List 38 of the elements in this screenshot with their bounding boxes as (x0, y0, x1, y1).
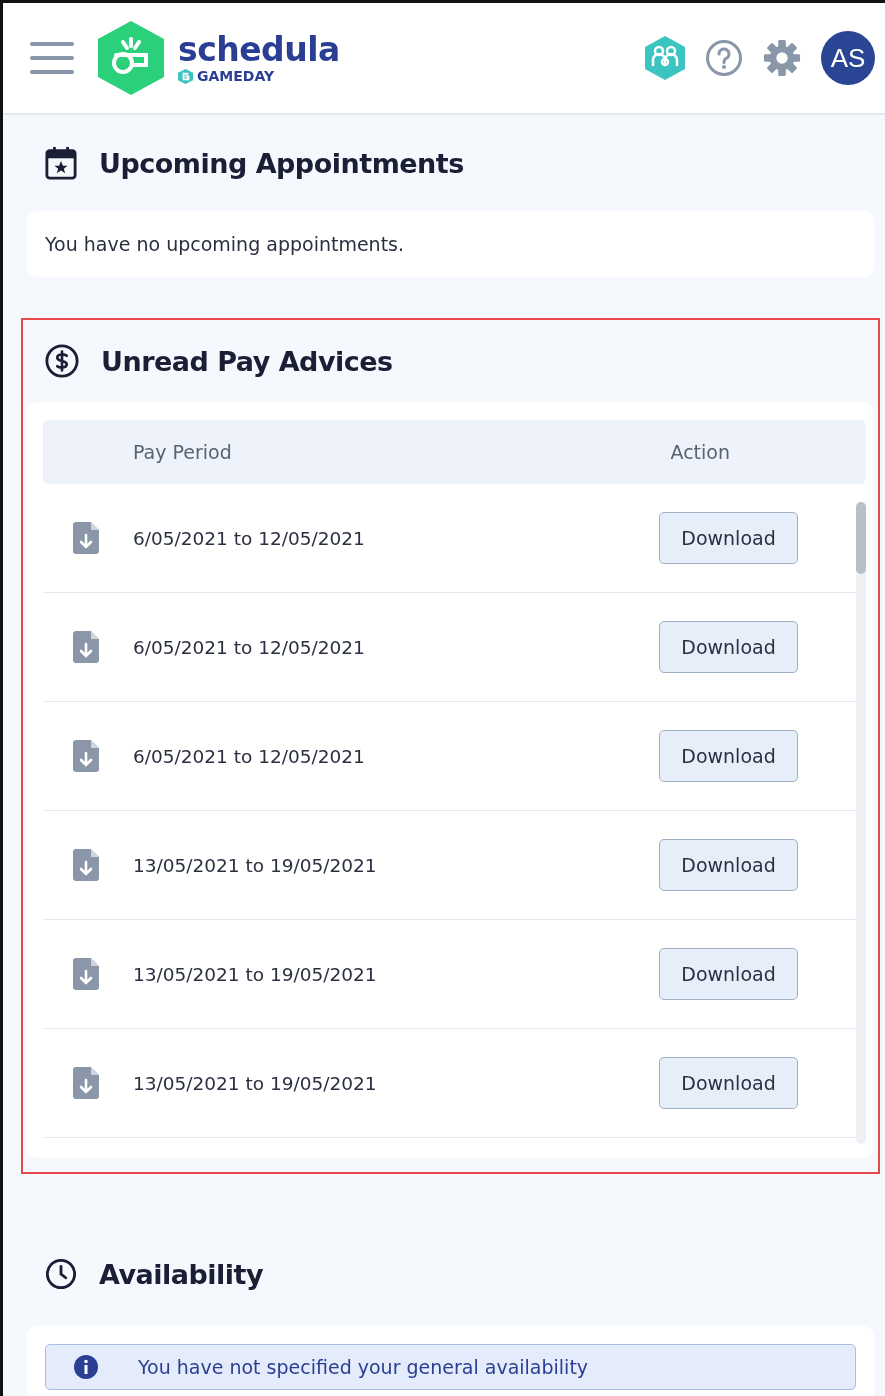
download-button[interactable]: Download (659, 1057, 798, 1109)
column-header: Pay Period (133, 441, 233, 463)
file-download-icon (73, 631, 99, 663)
file-download-icon (73, 1067, 99, 1099)
dollar-icon (45, 344, 79, 378)
download-button[interactable]: Download (659, 730, 798, 782)
file-download-icon (73, 958, 99, 990)
whistle-logo-icon (98, 21, 164, 95)
info-message: You have not specified your general availability (138, 1356, 589, 1378)
download-button[interactable]: Download (659, 948, 798, 1000)
pay-period: 6/05/2021 to 12/05/2021 (133, 527, 366, 549)
section-title: Upcoming Appointments (99, 147, 464, 179)
pay-period: 13/05/2021 to 19/05/2021 (133, 854, 378, 876)
file-download-icon (73, 849, 99, 881)
empty-message: You have no upcoming appointments. (44, 232, 406, 257)
settings-icon[interactable] (763, 39, 801, 77)
team-icon[interactable] (645, 36, 685, 80)
column-header: Action (670, 441, 730, 463)
download-button[interactable]: Download (659, 512, 798, 564)
brand-name: schedula (178, 32, 340, 68)
menu-icon[interactable] (30, 41, 74, 75)
clock-icon (45, 1258, 77, 1290)
pay-period: 6/05/2021 to 12/05/2021 (133, 745, 366, 767)
section-title: Availability (99, 1258, 264, 1290)
info-icon (74, 1355, 98, 1379)
help-icon[interactable] (705, 39, 743, 77)
g-logo-icon (178, 68, 193, 84)
file-download-icon (73, 522, 99, 554)
pay-period: 13/05/2021 to 19/05/2021 (133, 1072, 378, 1094)
sub-brand-name: GAMEDAY (197, 68, 275, 84)
download-button[interactable]: Download (659, 621, 798, 673)
user-avatar[interactable]: AS (821, 31, 875, 85)
download-button[interactable]: Download (659, 839, 798, 891)
pay-period: 13/05/2021 to 19/05/2021 (133, 963, 378, 985)
scrollbar[interactable] (856, 502, 866, 1144)
section-title: Unread Pay Advices (101, 345, 393, 377)
pay-period: 6/05/2021 to 12/05/2021 (133, 636, 366, 658)
file-download-icon (73, 740, 99, 772)
